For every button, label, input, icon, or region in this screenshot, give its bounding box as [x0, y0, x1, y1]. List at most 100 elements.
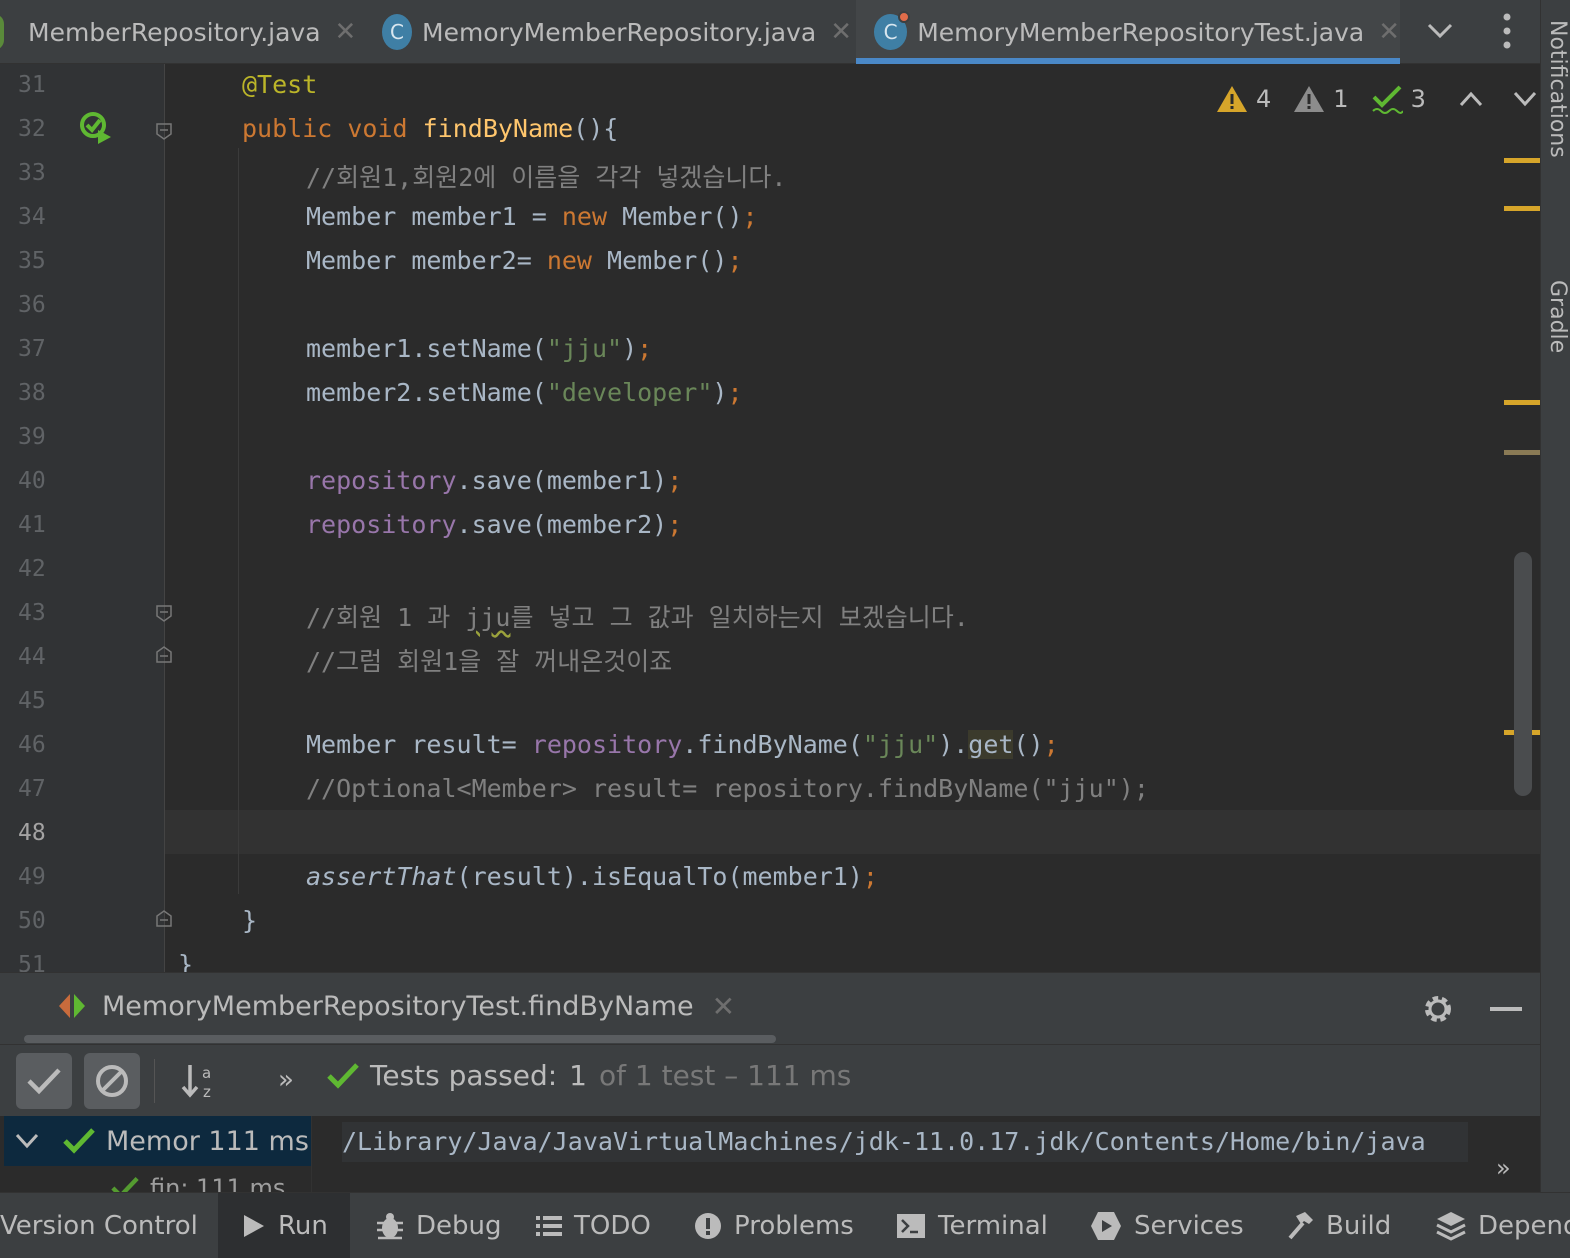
tab-label: MemberRepository.java [28, 17, 321, 47]
check-typo-icon [1371, 85, 1403, 114]
warning-stripe-marker[interactable] [1504, 206, 1540, 211]
show-passed-toggle[interactable] [16, 1053, 72, 1109]
more-toolbar-actions[interactable]: » [278, 1065, 294, 1095]
line-number: 32 [18, 116, 46, 142]
code-token: Member() [607, 202, 743, 231]
version-control-tool-button[interactable]: Version Control [0, 1193, 198, 1258]
warning-stripe-marker[interactable] [1504, 400, 1540, 405]
todo-tool-button[interactable]: TODO [536, 1193, 651, 1258]
string-token: "jju" [862, 730, 939, 759]
semicolon-token: ; [667, 510, 683, 539]
svg-text:z: z [203, 1083, 211, 1101]
code-line-35: Member member2= new Member(); [306, 246, 743, 275]
code-token: } [242, 906, 258, 935]
close-icon[interactable]: ✕ [335, 17, 357, 47]
keyword-token: new [561, 202, 608, 231]
code-line-31: @Test [242, 70, 317, 99]
code-token: () [1013, 730, 1044, 759]
close-icon[interactable]: ✕ [712, 990, 735, 1023]
dependencies-tool-button[interactable]: Dependencies [1436, 1193, 1570, 1258]
line-number: 33 [18, 160, 46, 186]
fold-guide [164, 64, 165, 972]
build-tool-button[interactable]: Build [1284, 1193, 1391, 1258]
chevron-up-icon[interactable] [1458, 89, 1484, 109]
close-icon[interactable]: ✕ [830, 17, 852, 47]
code-editor[interactable]: 31 32 33 34 35 36 37 38 39 40 41 42 43 4… [0, 64, 1540, 972]
typo-warning-token[interactable]: jju [465, 603, 510, 632]
tab-memory-member-repository[interactable]: C MemoryMemberRepository.java ✕ [382, 0, 852, 64]
tool-window-bar: Version Control Run Debug TODO Problems … [0, 1192, 1570, 1258]
terminal-tool-button[interactable]: Terminal [896, 1193, 1048, 1258]
warnings-count[interactable]: 4 [1216, 85, 1271, 113]
field-token: repository [306, 510, 457, 539]
fold-toggle-icon[interactable] [155, 604, 173, 622]
check-icon [111, 1176, 139, 1192]
comment-token: //Optional<Member> result= repository.fi… [306, 774, 1149, 803]
current-line-highlight [165, 810, 1540, 854]
run-config-tab[interactable]: MemoryMemberRepositoryTest.findByName ✕ [56, 973, 735, 1039]
semicolon-token: ; [667, 466, 683, 495]
layers-icon [1436, 1212, 1466, 1241]
gear-icon[interactable] [1420, 991, 1456, 1027]
show-ignored-toggle[interactable] [84, 1053, 140, 1109]
line-number: 47 [18, 776, 46, 802]
highlighted-method-token[interactable]: get [968, 730, 1014, 759]
run-tool-button[interactable]: Run [218, 1193, 350, 1258]
run-console[interactable]: /Library/Java/JavaVirtualMachines/jdk-11… [312, 1116, 1540, 1192]
minimize-icon[interactable] [1490, 1007, 1522, 1011]
code-token: ). [938, 730, 969, 759]
services-tool-button[interactable]: Services [1090, 1193, 1244, 1258]
more-vertical-icon[interactable] [1494, 12, 1520, 50]
fold-toggle-icon[interactable] [155, 122, 173, 140]
code-line-34: Member member1 = new Member(); [306, 202, 758, 231]
comment-token: //그럼 회원1을 잘 꺼내온것이죠 [306, 647, 673, 676]
vertical-scrollbar[interactable] [1514, 552, 1532, 796]
method-name-token: findByName [422, 114, 574, 143]
fold-toggle-icon[interactable] [155, 646, 173, 664]
test-results-tree[interactable]: Memor 111 ms fin: 111 ms [0, 1116, 312, 1192]
code-line-32: public void findByName(){ [242, 114, 618, 143]
line-number: 35 [18, 248, 46, 274]
tab-memory-member-repository-test[interactable]: C MemoryMemberRepositoryTest.java ✕ [856, 0, 1400, 64]
warning-stripe-marker[interactable] [1504, 158, 1540, 163]
run-test-gutter-icon[interactable] [78, 110, 114, 146]
chevron-down-icon[interactable] [14, 1131, 40, 1151]
code-line-50: } [242, 906, 257, 935]
tree-row[interactable]: fin: 111 ms [110, 1174, 285, 1192]
sort-alphabetically-button[interactable]: az [172, 1053, 228, 1109]
code-line-49: assertThat(result).isEqualTo(member1); [306, 862, 878, 891]
code-line-44: //그럼 회원1을 잘 꺼내온것이죠 [306, 642, 672, 678]
svg-text:a: a [202, 1064, 211, 1082]
line-number: 36 [18, 292, 46, 318]
tab-member-repository[interactable]: MemberRepository.java ✕ [0, 0, 370, 64]
semicolon-token: ; [727, 246, 743, 275]
weak-warnings-count-label: 1 [1333, 85, 1349, 113]
gradle-panel-button[interactable]: Gradle [1545, 280, 1570, 353]
run-tab-scrollbar[interactable] [24, 1035, 776, 1043]
code-token: (){ [573, 114, 619, 143]
code-line-43: //회원 1 과 jju를 넣고 그 값과 일치하는지 보겠습니다. [306, 598, 969, 634]
typo-count[interactable]: 3 [1371, 83, 1426, 115]
tree-row-selected[interactable]: Memor 111 ms [4, 1116, 311, 1166]
code-token: Member member1 = [306, 202, 562, 231]
console-more-button[interactable]: » [1496, 1154, 1511, 1182]
close-icon[interactable]: ✕ [1378, 17, 1400, 47]
tests-status-detail: of 1 test – 111 ms [599, 1059, 852, 1092]
weak-warnings-count[interactable]: 1 [1293, 85, 1349, 113]
debug-tool-button[interactable]: Debug [376, 1193, 502, 1258]
typo-count-label: 3 [1410, 85, 1426, 113]
code-line-47: //Optional<Member> result= repository.fi… [306, 774, 1149, 803]
code-line-46: Member result= repository.findByName("jj… [306, 730, 1059, 759]
weak-warning-stripe-marker[interactable] [1504, 450, 1540, 455]
tool-label: Build [1326, 1211, 1392, 1241]
terminal-icon [897, 1214, 925, 1238]
fold-toggle-icon[interactable] [155, 910, 173, 928]
problems-tool-button[interactable]: Problems [694, 1193, 854, 1258]
line-number: 41 [18, 512, 46, 538]
semicolon-token: ; [742, 202, 758, 231]
inspection-widget[interactable]: 4 1 3 [1216, 82, 1538, 116]
chevron-down-icon[interactable] [1424, 14, 1456, 46]
code-line-41: repository.save(member2); [306, 510, 682, 539]
chevron-down-icon[interactable] [1512, 89, 1538, 109]
notifications-panel-button[interactable]: Notifications [1545, 20, 1570, 158]
